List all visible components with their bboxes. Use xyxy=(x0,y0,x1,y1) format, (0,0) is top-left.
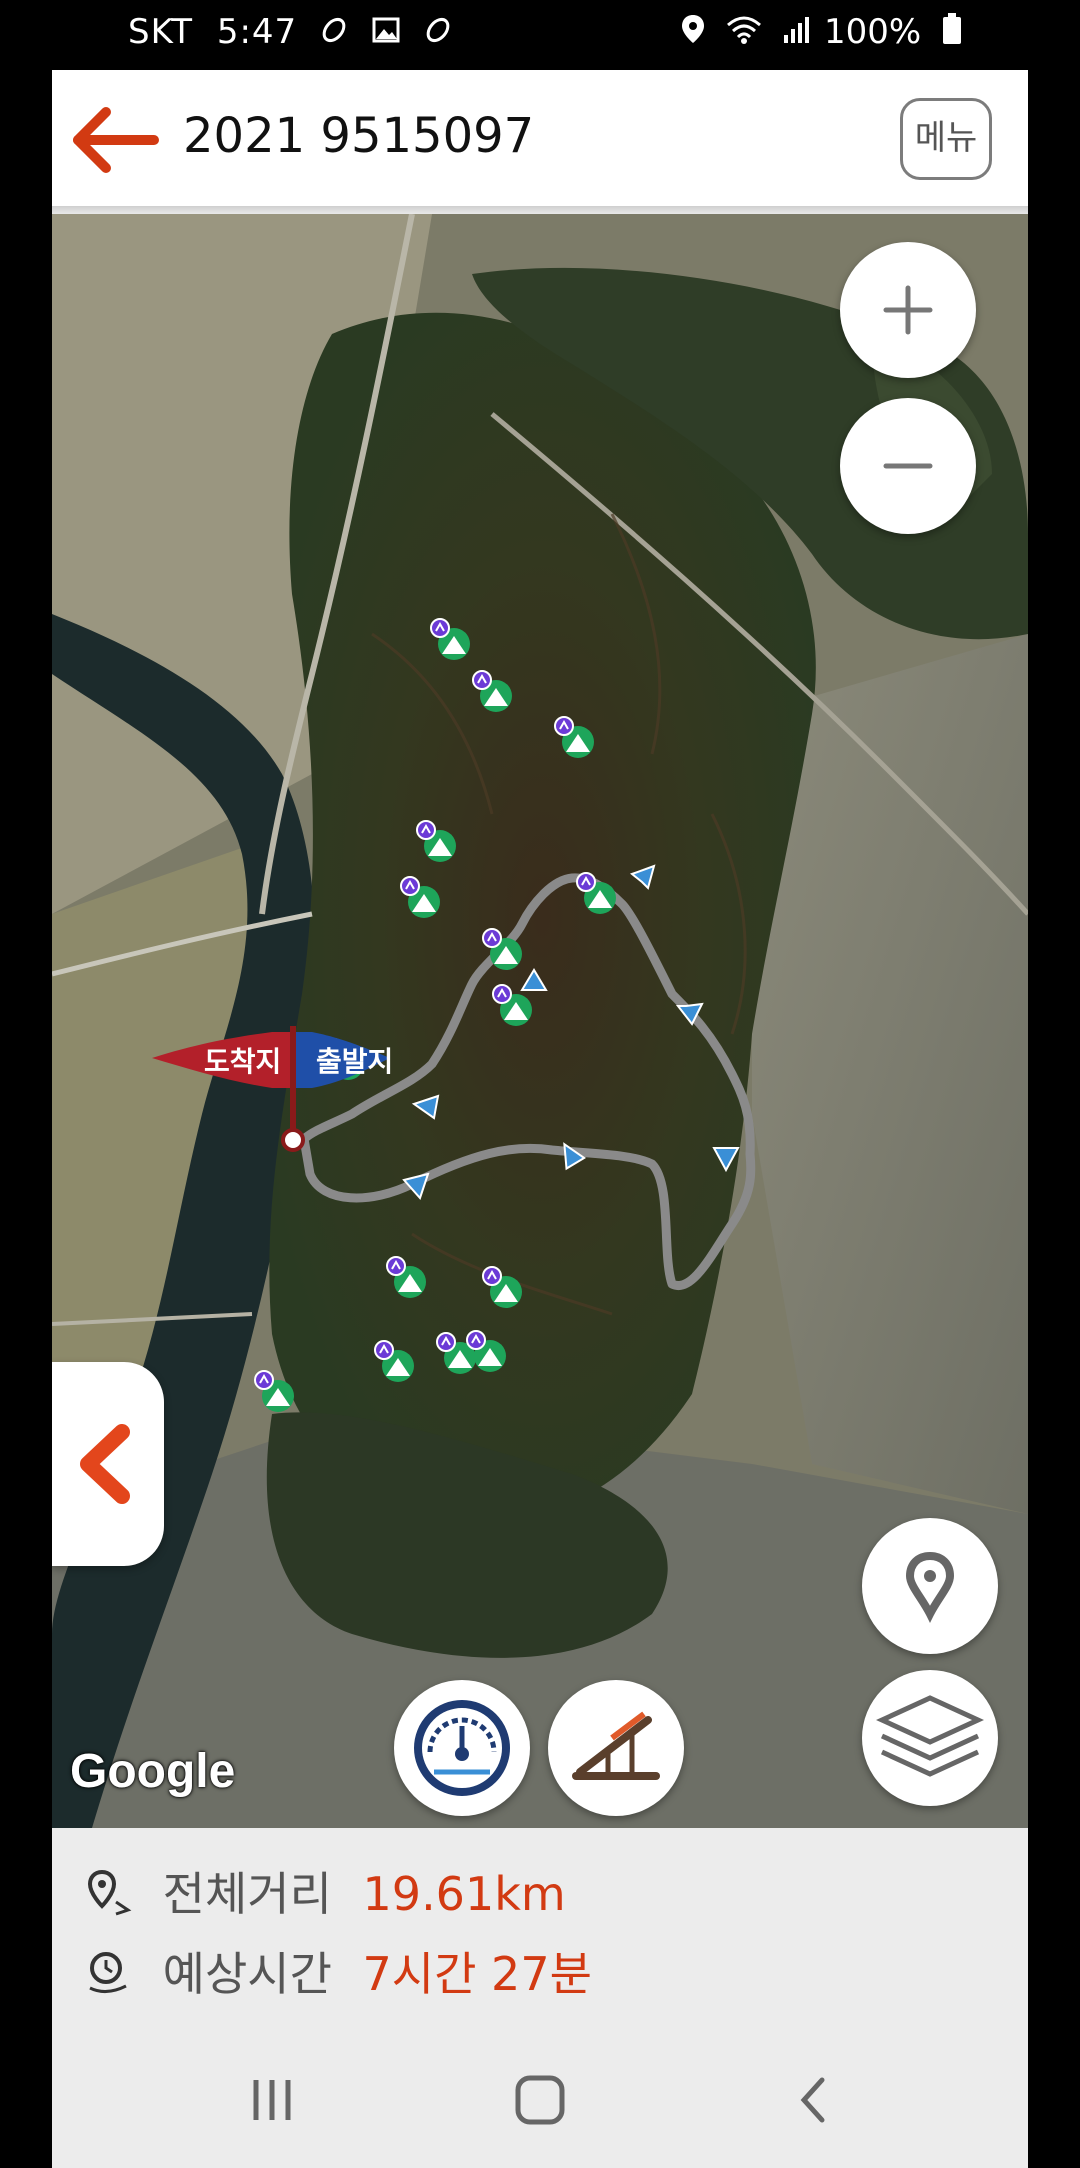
map-view[interactable]: 도착지 출발지 Google xyxy=(52,214,1028,1828)
page-title: 2021 9515097 xyxy=(183,108,535,164)
nav-back-icon[interactable] xyxy=(784,2070,844,2130)
distance-value: 19.61km xyxy=(362,1867,566,1921)
recent-apps-icon[interactable] xyxy=(242,2070,302,2130)
location-pin-icon xyxy=(905,1551,955,1623)
notification-icon xyxy=(423,14,453,54)
route-summary: 전체거리 19.61km 예상시간 7시간 27분 xyxy=(52,1828,1028,2028)
carrier: SKT xyxy=(128,12,194,52)
google-attribution: Google xyxy=(70,1745,236,1798)
location-icon xyxy=(680,13,706,54)
distance-row: 전체거리 19.61km xyxy=(82,1858,566,1929)
battery-percent: 100% xyxy=(823,12,922,52)
wifi-icon xyxy=(726,14,762,54)
end-flag-label: 도착지 xyxy=(204,1045,282,1078)
distance-pin-icon xyxy=(82,1866,134,1929)
time-value: 7시간 27분 xyxy=(362,1947,592,2001)
zoom-out-button[interactable] xyxy=(840,398,976,534)
layers-icon xyxy=(875,1695,985,1777)
status-left: SKT 5:47 xyxy=(128,12,453,54)
side-panel-toggle[interactable] xyxy=(52,1362,164,1566)
menu-button[interactable]: 메뉴 xyxy=(900,98,992,180)
zoom-in-button[interactable] xyxy=(840,242,976,378)
clock: 5:47 xyxy=(216,12,298,52)
start-flag-label: 출발지 xyxy=(316,1045,394,1078)
image-icon xyxy=(371,14,401,54)
time-row: 예상시간 7시간 27분 xyxy=(82,1938,592,2009)
distance-label: 전체거리 xyxy=(162,1867,332,1921)
clock-icon xyxy=(82,1946,134,2009)
zoom-out-icon xyxy=(883,463,933,469)
home-icon[interactable] xyxy=(510,2070,570,2130)
time-label: 예상시간 xyxy=(162,1947,332,2001)
my-location-button[interactable] xyxy=(862,1518,998,1654)
speedometer-icon xyxy=(414,1700,510,1796)
notification-icon xyxy=(319,14,349,54)
zoom-in-icon xyxy=(883,285,933,335)
elevation-button[interactable] xyxy=(548,1680,684,1816)
header-divider xyxy=(52,206,1028,214)
map-layers-button[interactable] xyxy=(862,1670,998,1806)
battery-icon xyxy=(942,13,962,54)
status-right: 100% xyxy=(670,12,962,54)
signal-icon xyxy=(783,14,810,54)
system-nav-bar xyxy=(52,2028,1028,2168)
chevron-left-icon xyxy=(80,1424,130,1504)
back-arrow-icon xyxy=(73,107,159,173)
status-bar: SKT 5:47 100% xyxy=(0,0,1080,70)
back-button[interactable] xyxy=(72,104,160,176)
speedometer-button[interactable] xyxy=(394,1680,530,1816)
slope-icon xyxy=(572,1711,660,1780)
